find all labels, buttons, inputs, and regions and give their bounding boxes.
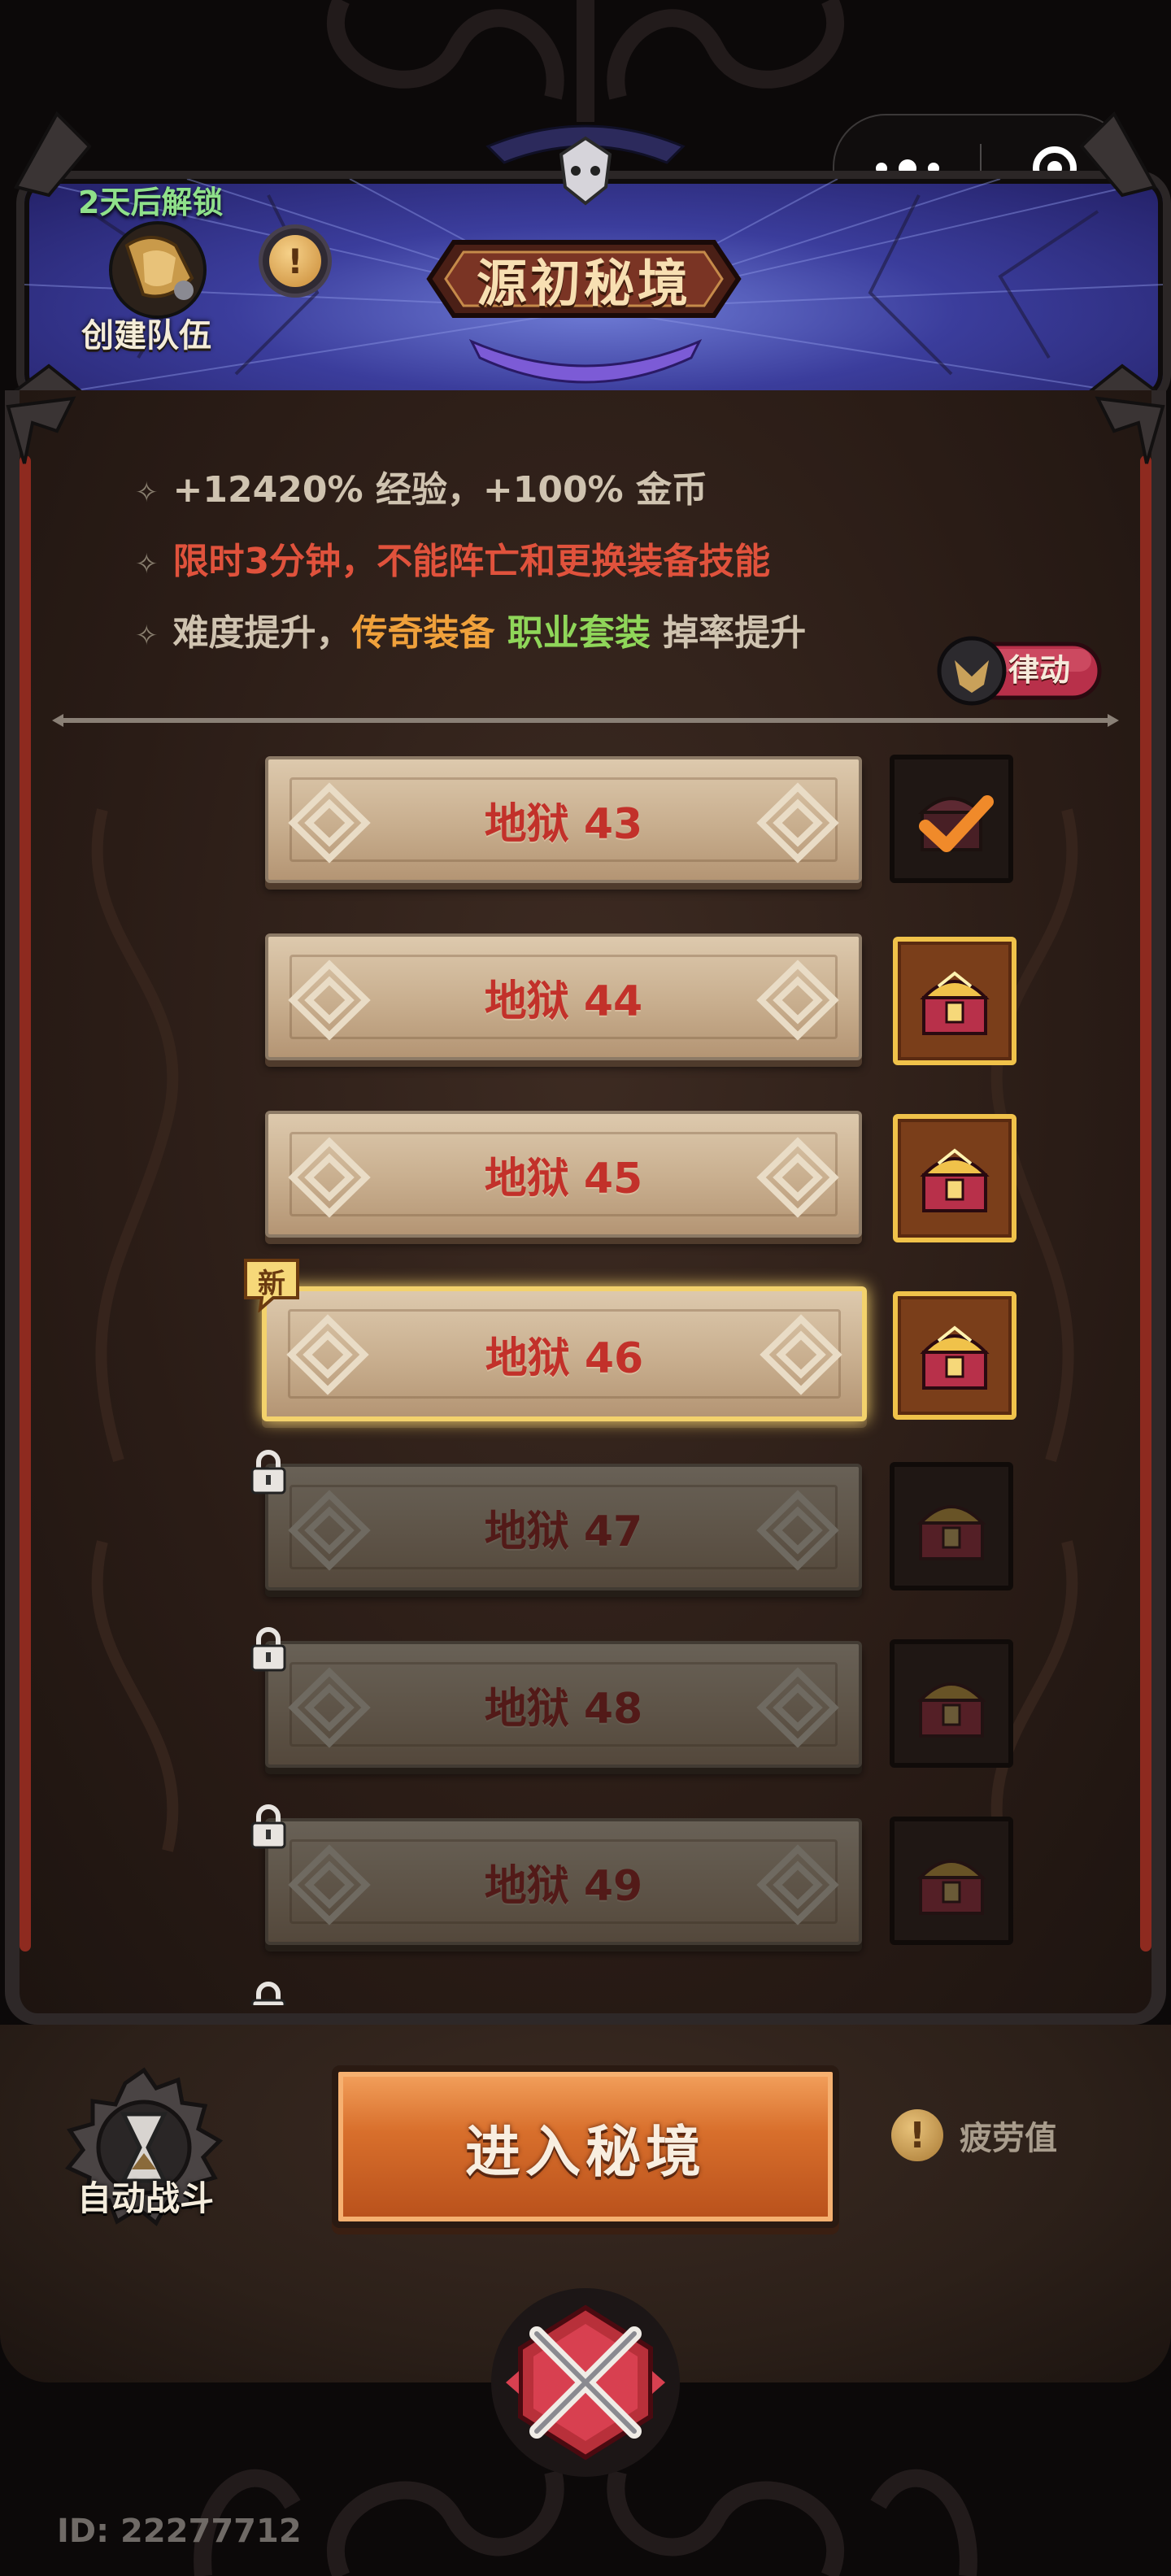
level-button-47[interactable]: 地狱 47 [265,1464,862,1590]
rule-time-limit-text: 限时3分钟，不能阵亡和更换装备技能 [172,541,771,582]
rule-drop-prefix: 难度提升， [172,612,352,654]
level-button-49[interactable]: 地狱 49 [265,1818,862,1945]
enter-realm-button[interactable]: 进入秘境 [332,2065,839,2228]
reward-chest-available[interactable] [893,1291,1016,1420]
page-title: 源初秘境 [476,254,691,313]
close-crossed-swords-icon[interactable] [488,2285,683,2480]
lock-icon [250,1450,286,1495]
chest-icon [916,1505,986,1560]
panel-side-bar-right [1140,455,1151,1952]
level-label: 地狱 43 [484,799,643,849]
player-id: ID: 22277712 [57,2513,302,2550]
level-list[interactable]: 地狱 43 地狱 44 地狱 45 地狱 46 地狱 47 地狱 48 地狱 4… [54,729,1116,2005]
rule-drop-set: 职业套装 [507,612,651,654]
panel-side-bar-left [20,455,31,1952]
rule-reward-text: +12420% 经验，+100% 金币 [172,469,707,511]
reward-chest-locked[interactable] [890,1639,1013,1768]
create-team-label[interactable]: 创建队伍 [81,309,211,356]
sparkle-icon: ✧ [135,620,159,652]
level-label: 地狱 45 [484,1154,643,1203]
info-button[interactable]: ! [259,224,332,298]
level-label: 地狱 48 [484,1684,643,1734]
level-label: 地狱 47 [484,1507,643,1556]
linked-badge-label[interactable]: 律动 [1008,642,1070,698]
reward-chest-available[interactable] [893,1114,1016,1242]
rule-drop-suffix: 掉率提升 [663,612,807,654]
chest-icon [916,1682,986,1738]
checkmark-icon [919,795,994,852]
level-button-45[interactable]: 地狱 45 [265,1111,862,1238]
chest-icon [920,971,990,1035]
sparkle-icon: ✧ [135,548,159,581]
auto-battle-label[interactable]: 自动战斗 [68,2171,223,2221]
create-team-icon[interactable] [94,213,221,319]
panel-divider [52,714,1119,727]
rule-drop-rate: ✧ 难度提升，传奇装备 职业套装 掉率提升 [135,603,806,655]
rule-time-limit: ✧ 限时3分钟，不能阵亡和更换装备技能 [135,532,770,584]
reward-chest-available[interactable] [893,937,1016,1065]
reward-chest-claimed[interactable] [890,755,1013,883]
rule-reward: ✧ +12420% 经验，+100% 金币 [135,460,707,512]
exclamation-icon: ! [891,2109,943,2161]
lock-icon [250,1804,286,1849]
lock-icon [250,1982,286,2005]
enter-realm-label: 进入秘境 [464,2120,706,2185]
sparkle-icon: ✧ [135,476,159,509]
level-label: 地狱 49 [484,1861,643,1911]
reward-chest-locked[interactable] [890,1817,1013,1945]
level-label: 地狱 44 [484,977,643,1026]
level-button-48[interactable]: 地狱 48 [265,1641,862,1768]
chest-icon [916,1860,986,1915]
level-button-43[interactable]: 地狱 43 [265,756,862,883]
chest-icon [920,1148,990,1212]
new-tag-label: 新 [258,1267,285,1300]
level-button-44[interactable]: 地狱 44 [265,933,862,1060]
fatigue-indicator[interactable]: ! 疲劳值 [891,2109,1057,2161]
level-button-46[interactable]: 地狱 46 [262,1286,867,1421]
rule-drop-legend: 传奇装备 [351,612,495,654]
chest-icon [920,1325,990,1390]
fatigue-label: 疲劳值 [960,2120,1057,2157]
lock-icon [250,1627,286,1672]
exclamation-icon: ! [269,235,321,287]
panel-top-ornament [6,396,1165,464]
level-label: 地狱 46 [485,1334,644,1383]
reward-chest-locked[interactable] [890,1462,1013,1590]
